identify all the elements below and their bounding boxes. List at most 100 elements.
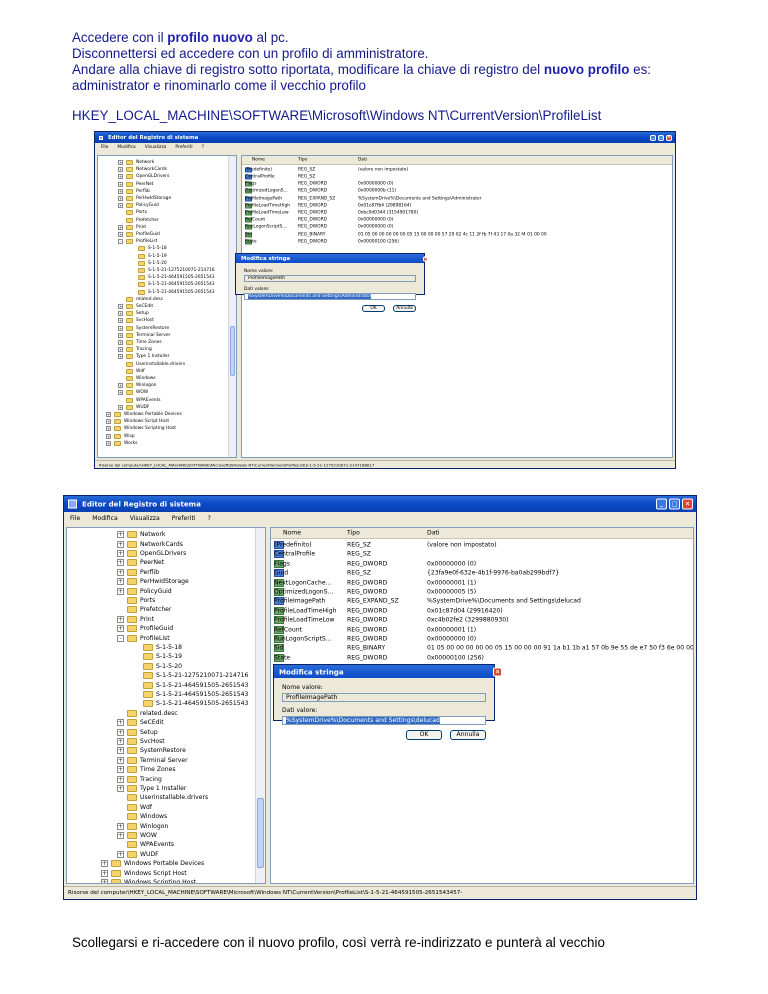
tree-item[interactable]: Prefetcher <box>118 217 159 224</box>
tree-item[interactable]: + Perflib <box>117 568 159 577</box>
tree-item[interactable]: - ProfileList <box>118 238 157 245</box>
expand-icon[interactable]: + <box>106 440 111 446</box>
tree-item[interactable]: + SystemRestore <box>118 325 169 332</box>
column-header-type[interactable]: Tipo <box>298 158 307 163</box>
tree-item[interactable]: + Setup <box>118 310 149 317</box>
expand-icon[interactable]: + <box>106 433 111 439</box>
tree-item[interactable]: S-1-5-21-464591505-2651543 <box>130 289 215 296</box>
registry-value-row[interactable]: Flags REG_DWORD 0x00000000 (0) <box>242 181 672 188</box>
registry-value-row[interactable]: RunLogonScriptS... REG_DWORD 0x00000000 (0… <box>271 634 693 644</box>
expand-icon[interactable]: + <box>118 383 123 389</box>
cancel-button[interactable]: Annulla <box>450 730 486 740</box>
maximize-button[interactable]: □ <box>658 134 664 141</box>
value-data-input[interactable]: %SystemDrive%\Documents and Settings\Adm… <box>244 293 416 300</box>
menu-visualizza[interactable]: Visualizza <box>145 143 167 153</box>
registry-value-row[interactable]: (Predefinito) REG_SZ (valore non impostato… <box>242 166 672 173</box>
expand-icon[interactable]: + <box>118 167 123 173</box>
tree-item[interactable]: related.desc <box>117 709 178 718</box>
tree-item[interactable]: - ProfileList <box>117 633 170 642</box>
tree-item[interactable]: + SvcHost <box>118 317 154 324</box>
tree-item[interactable]: + Winlogon <box>118 382 156 389</box>
tree-item[interactable]: + Time Zones <box>117 765 176 774</box>
registry-value-row[interactable]: (Predefinito) REG_SZ (valore non impostato… <box>271 540 693 550</box>
registry-value-row[interactable]: Guid REG_SZ {23fa9e0f-632e-4b1f-9976-ba0ab… <box>271 569 693 578</box>
expand-icon[interactable]: + <box>117 719 124 727</box>
registry-value-row[interactable]: NextLogonCache... REG_DWORD 0x00000001 (1) <box>271 578 693 587</box>
expand-icon[interactable]: + <box>101 860 108 868</box>
tree-item[interactable]: + PerHwIdStorage <box>118 195 171 202</box>
collapse-icon[interactable]: - <box>117 634 124 642</box>
column-header-name[interactable]: Nome <box>283 530 301 537</box>
value-data-input[interactable]: %SystemDrive%\Documents and Settings\del… <box>282 716 486 725</box>
expand-icon[interactable]: + <box>117 531 124 539</box>
ok-button[interactable]: OK <box>406 730 442 740</box>
cancel-button[interactable]: Annulla <box>393 305 416 312</box>
expand-icon[interactable]: + <box>118 188 123 194</box>
expand-icon[interactable]: + <box>117 615 124 623</box>
expand-icon[interactable]: + <box>117 766 124 774</box>
registry-value-row[interactable]: Flags REG_DWORD 0x00000000 (0) <box>271 559 693 568</box>
scrollbar-thumb[interactable] <box>257 798 264 868</box>
tree-item[interactable]: + OpenGLDrivers <box>118 173 169 180</box>
tree-item[interactable]: S-1-5-21-464591505-2651543 <box>133 690 248 699</box>
expand-icon[interactable]: + <box>118 311 123 317</box>
tree-item[interactable]: S-1-5-19 <box>130 253 167 260</box>
column-header-data[interactable]: Dati <box>358 158 367 163</box>
tree-item[interactable]: + Terminal Server <box>118 332 170 339</box>
tree-item[interactable]: + ProfileGuid <box>118 231 160 238</box>
tree-item[interactable]: + Network <box>117 530 165 539</box>
collapse-icon[interactable]: - <box>118 239 123 245</box>
tree-item[interactable]: S-1-5-21-1275210071-214716 <box>130 267 215 274</box>
menu-file[interactable]: File <box>101 143 108 153</box>
expand-icon[interactable]: + <box>118 181 123 187</box>
tree-item[interactable]: + PerHwIdStorage <box>117 577 189 586</box>
expand-icon[interactable]: + <box>117 728 124 736</box>
expand-icon[interactable]: + <box>118 304 123 310</box>
expand-icon[interactable]: + <box>117 775 124 783</box>
tree-item[interactable]: Ports <box>118 209 147 216</box>
expand-icon[interactable]: + <box>117 587 124 595</box>
tree-item[interactable]: WPAEvents <box>117 840 174 849</box>
registry-value-row[interactable]: ProfileImagePath REG_EXPAND_SZ %SystemDriv… <box>242 195 672 202</box>
expand-icon[interactable]: + <box>106 412 111 418</box>
tree-item[interactable]: + Windows Script Host <box>101 868 187 877</box>
registry-value-row[interactable]: ProfileLoadTimeHigh REG_DWORD 0x01c87fb4 (… <box>242 202 672 209</box>
tree-item[interactable]: + SvcHost <box>117 737 165 746</box>
tree-item[interactable]: + Winlogon <box>117 821 168 830</box>
tree-item[interactable]: + Type 1 Installer <box>117 784 186 793</box>
tree-item[interactable]: S-1-5-21-464591505-2651543 <box>130 281 215 288</box>
menu-preferiti[interactable]: Preferiti <box>172 512 196 525</box>
tree-item[interactable]: + PeerNet <box>118 181 153 188</box>
registry-value-row[interactable]: RefCount REG_DWORD 0x00000000 (0) <box>242 217 672 224</box>
column-header-name[interactable]: Nome <box>252 158 265 163</box>
maximize-button[interactable]: □ <box>669 498 680 510</box>
tree-item[interactable]: Ports <box>117 596 155 605</box>
expand-icon[interactable]: + <box>117 822 124 830</box>
tree-item[interactable]: Wdf <box>118 368 145 375</box>
registry-value-row[interactable]: ProfileLoadTimeHigh REG_DWORD 0x01c87d04 (… <box>271 606 693 615</box>
tree-item[interactable]: S-1-5-18 <box>133 643 182 652</box>
minimize-button[interactable]: _ <box>656 498 667 510</box>
menu-help[interactable]: ? <box>208 512 211 525</box>
tree-item[interactable]: S-1-5-20 <box>130 260 167 267</box>
ok-button[interactable]: OK <box>362 305 385 312</box>
expand-icon[interactable]: + <box>118 390 123 396</box>
tree-item[interactable]: + Windows Scripting Host <box>106 425 176 432</box>
tree-item[interactable]: + WUDF <box>117 850 159 859</box>
tree-item[interactable]: + PolicyGuid <box>117 586 172 595</box>
tree-item[interactable]: + PolicyGuid <box>118 202 159 209</box>
tree-item[interactable]: + Time Zones <box>118 339 162 346</box>
tree-item[interactable]: + Windows Portable Devices <box>101 859 204 868</box>
expand-icon[interactable]: + <box>118 340 123 346</box>
menu-modifica[interactable]: Modifica <box>117 143 135 153</box>
tree-item[interactable]: + Perflib <box>118 188 150 195</box>
tree-item[interactable]: S-1-5-18 <box>130 245 167 252</box>
expand-icon[interactable]: + <box>117 737 124 745</box>
tree-item[interactable]: + SystemRestore <box>117 746 186 755</box>
registry-value-row[interactable]: OptimizedLogonS... REG_DWORD 0x0000000b (1… <box>242 188 672 195</box>
expand-icon[interactable]: + <box>117 756 124 764</box>
tree-item[interactable]: + Windows Scripting Host <box>101 878 196 883</box>
expand-icon[interactable]: + <box>101 878 108 883</box>
expand-icon[interactable]: + <box>117 850 124 858</box>
tree-item[interactable]: + Windows Portable Devices <box>106 411 182 418</box>
